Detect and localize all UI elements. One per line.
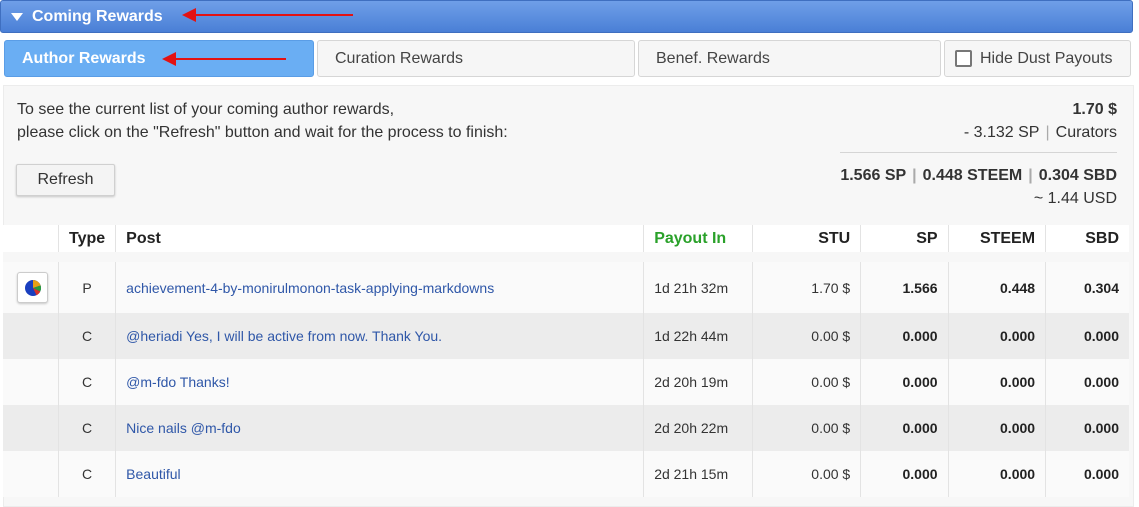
rewards-table: Type Post Payout In STU SP STEEM SBD P a… bbox=[3, 225, 1129, 497]
curators-line: - 3.132 SP | Curators bbox=[840, 121, 1117, 144]
summary-divider bbox=[840, 152, 1117, 153]
row-type: C bbox=[58, 359, 117, 405]
pie-chart-button[interactable] bbox=[17, 272, 48, 303]
row-sbd: 0.000 bbox=[1045, 451, 1129, 497]
table-row: C @m-fdo Thanks! 2d 20h 19m 0.00 $ 0.000… bbox=[3, 359, 1129, 405]
header-title: Coming Rewards bbox=[32, 7, 163, 25]
row-steem: 0.000 bbox=[948, 359, 1047, 405]
hide-dust-toggle[interactable]: Hide Dust Payouts bbox=[944, 40, 1131, 77]
row-post-link[interactable]: @heriadi Yes, I will be active from now.… bbox=[115, 313, 645, 359]
table-row: C @heriadi Yes, I will be active from no… bbox=[3, 313, 1129, 359]
hide-dust-checkbox[interactable] bbox=[955, 50, 972, 67]
row-sp: 0.000 bbox=[860, 313, 949, 359]
row-sbd: 0.000 bbox=[1045, 359, 1129, 405]
tab-author-rewards-label: Author Rewards bbox=[22, 49, 146, 67]
separator: | bbox=[912, 167, 917, 184]
total-sp: 1.566 SP bbox=[840, 167, 907, 184]
row-steem: 0.448 bbox=[948, 252, 1047, 313]
row-sbd: 0.000 bbox=[1045, 405, 1129, 451]
row-icon-cell bbox=[3, 252, 59, 313]
tab-benef-rewards[interactable]: Benef. Rewards bbox=[638, 40, 941, 77]
row-sbd: 0.304 bbox=[1045, 252, 1129, 313]
tab-curation-rewards-label: Curation Rewards bbox=[335, 49, 464, 67]
row-sp: 0.000 bbox=[860, 451, 949, 497]
total-usd: 1.70 $ bbox=[1072, 101, 1117, 118]
table-header-row: Type Post Payout In STU SP STEEM SBD bbox=[3, 225, 1129, 258]
row-post-link[interactable]: achievement-4-by-monirulmonon-task-apply… bbox=[115, 252, 645, 313]
table-row: P achievement-4-by-monirulmonon-task-app… bbox=[3, 252, 1129, 313]
pie-chart-icon bbox=[24, 279, 41, 296]
tab-benef-rewards-label: Benef. Rewards bbox=[656, 49, 770, 67]
table-row: C Beautiful 2d 21h 15m 0.00 $ 0.000 0.00… bbox=[3, 451, 1129, 497]
info-text: To see the current list of your coming a… bbox=[17, 98, 508, 144]
row-stu: 0.00 $ bbox=[752, 451, 862, 497]
coming-rewards-header[interactable]: Coming Rewards bbox=[0, 0, 1133, 33]
info-line-1: To see the current list of your coming a… bbox=[17, 101, 395, 118]
annotation-arrow-header bbox=[182, 8, 353, 22]
row-type: C bbox=[58, 313, 117, 359]
col-header-steem[interactable]: STEEM bbox=[948, 225, 1047, 258]
row-steem: 0.000 bbox=[948, 405, 1047, 451]
row-stu: 0.00 $ bbox=[752, 405, 862, 451]
separator: | bbox=[1028, 167, 1033, 184]
tab-curation-rewards[interactable]: Curation Rewards bbox=[317, 40, 635, 77]
row-steem: 0.000 bbox=[948, 313, 1047, 359]
row-type: P bbox=[58, 252, 117, 313]
row-payout-in: 2d 20h 22m bbox=[643, 405, 754, 451]
row-stu: 1.70 $ bbox=[752, 252, 862, 313]
col-header-payout-in[interactable]: Payout In bbox=[643, 225, 754, 258]
approx-usd: ~ 1.44 USD bbox=[1033, 190, 1117, 207]
totals-line: 1.566 SP | 0.448 STEEM | 0.304 SBD bbox=[840, 164, 1117, 187]
collapse-triangle-icon[interactable] bbox=[11, 13, 23, 21]
curators-sp: - 3.132 SP bbox=[963, 124, 1040, 141]
annotation-arrow-tab bbox=[162, 52, 286, 66]
row-icon-cell bbox=[3, 451, 59, 497]
row-steem: 0.000 bbox=[948, 451, 1047, 497]
total-steem: 0.448 STEEM bbox=[922, 167, 1023, 184]
col-header-icon bbox=[3, 225, 59, 258]
row-icon-cell bbox=[3, 359, 59, 405]
info-line-2: please click on the "Refresh" button and… bbox=[17, 124, 508, 141]
row-sp: 0.000 bbox=[860, 359, 949, 405]
rewards-summary: 1.70 $ - 3.132 SP | Curators 1.566 SP | 0.44… bbox=[840, 98, 1117, 210]
row-icon-cell bbox=[3, 405, 59, 451]
row-post-link[interactable]: Nice nails @m-fdo bbox=[115, 405, 645, 451]
row-type: C bbox=[58, 451, 117, 497]
row-payout-in: 1d 21h 32m bbox=[643, 252, 754, 313]
refresh-button[interactable]: Refresh bbox=[16, 164, 115, 196]
row-stu: 0.00 $ bbox=[752, 313, 862, 359]
row-payout-in: 1d 22h 44m bbox=[643, 313, 754, 359]
row-payout-in: 2d 20h 19m bbox=[643, 359, 754, 405]
row-stu: 0.00 $ bbox=[752, 359, 862, 405]
total-sbd: 0.304 SBD bbox=[1038, 167, 1117, 184]
row-payout-in: 2d 21h 15m bbox=[643, 451, 754, 497]
col-header-post[interactable]: Post bbox=[115, 225, 645, 258]
row-sp: 1.566 bbox=[860, 252, 949, 313]
row-sp: 0.000 bbox=[860, 405, 949, 451]
row-type: C bbox=[58, 405, 117, 451]
hide-dust-label: Hide Dust Payouts bbox=[980, 49, 1113, 67]
row-sbd: 0.000 bbox=[1045, 313, 1129, 359]
col-header-sp[interactable]: SP bbox=[860, 225, 949, 258]
row-post-link[interactable]: @m-fdo Thanks! bbox=[115, 359, 645, 405]
col-header-type[interactable]: Type bbox=[58, 225, 117, 258]
row-icon-cell bbox=[3, 313, 59, 359]
separator: | bbox=[1045, 124, 1050, 141]
col-header-sbd[interactable]: SBD bbox=[1045, 225, 1129, 258]
curators-label: Curators bbox=[1055, 124, 1117, 141]
row-post-link[interactable]: Beautiful bbox=[115, 451, 645, 497]
col-header-stu[interactable]: STU bbox=[752, 225, 862, 258]
table-row: C Nice nails @m-fdo 2d 20h 22m 0.00 $ 0.… bbox=[3, 405, 1129, 451]
